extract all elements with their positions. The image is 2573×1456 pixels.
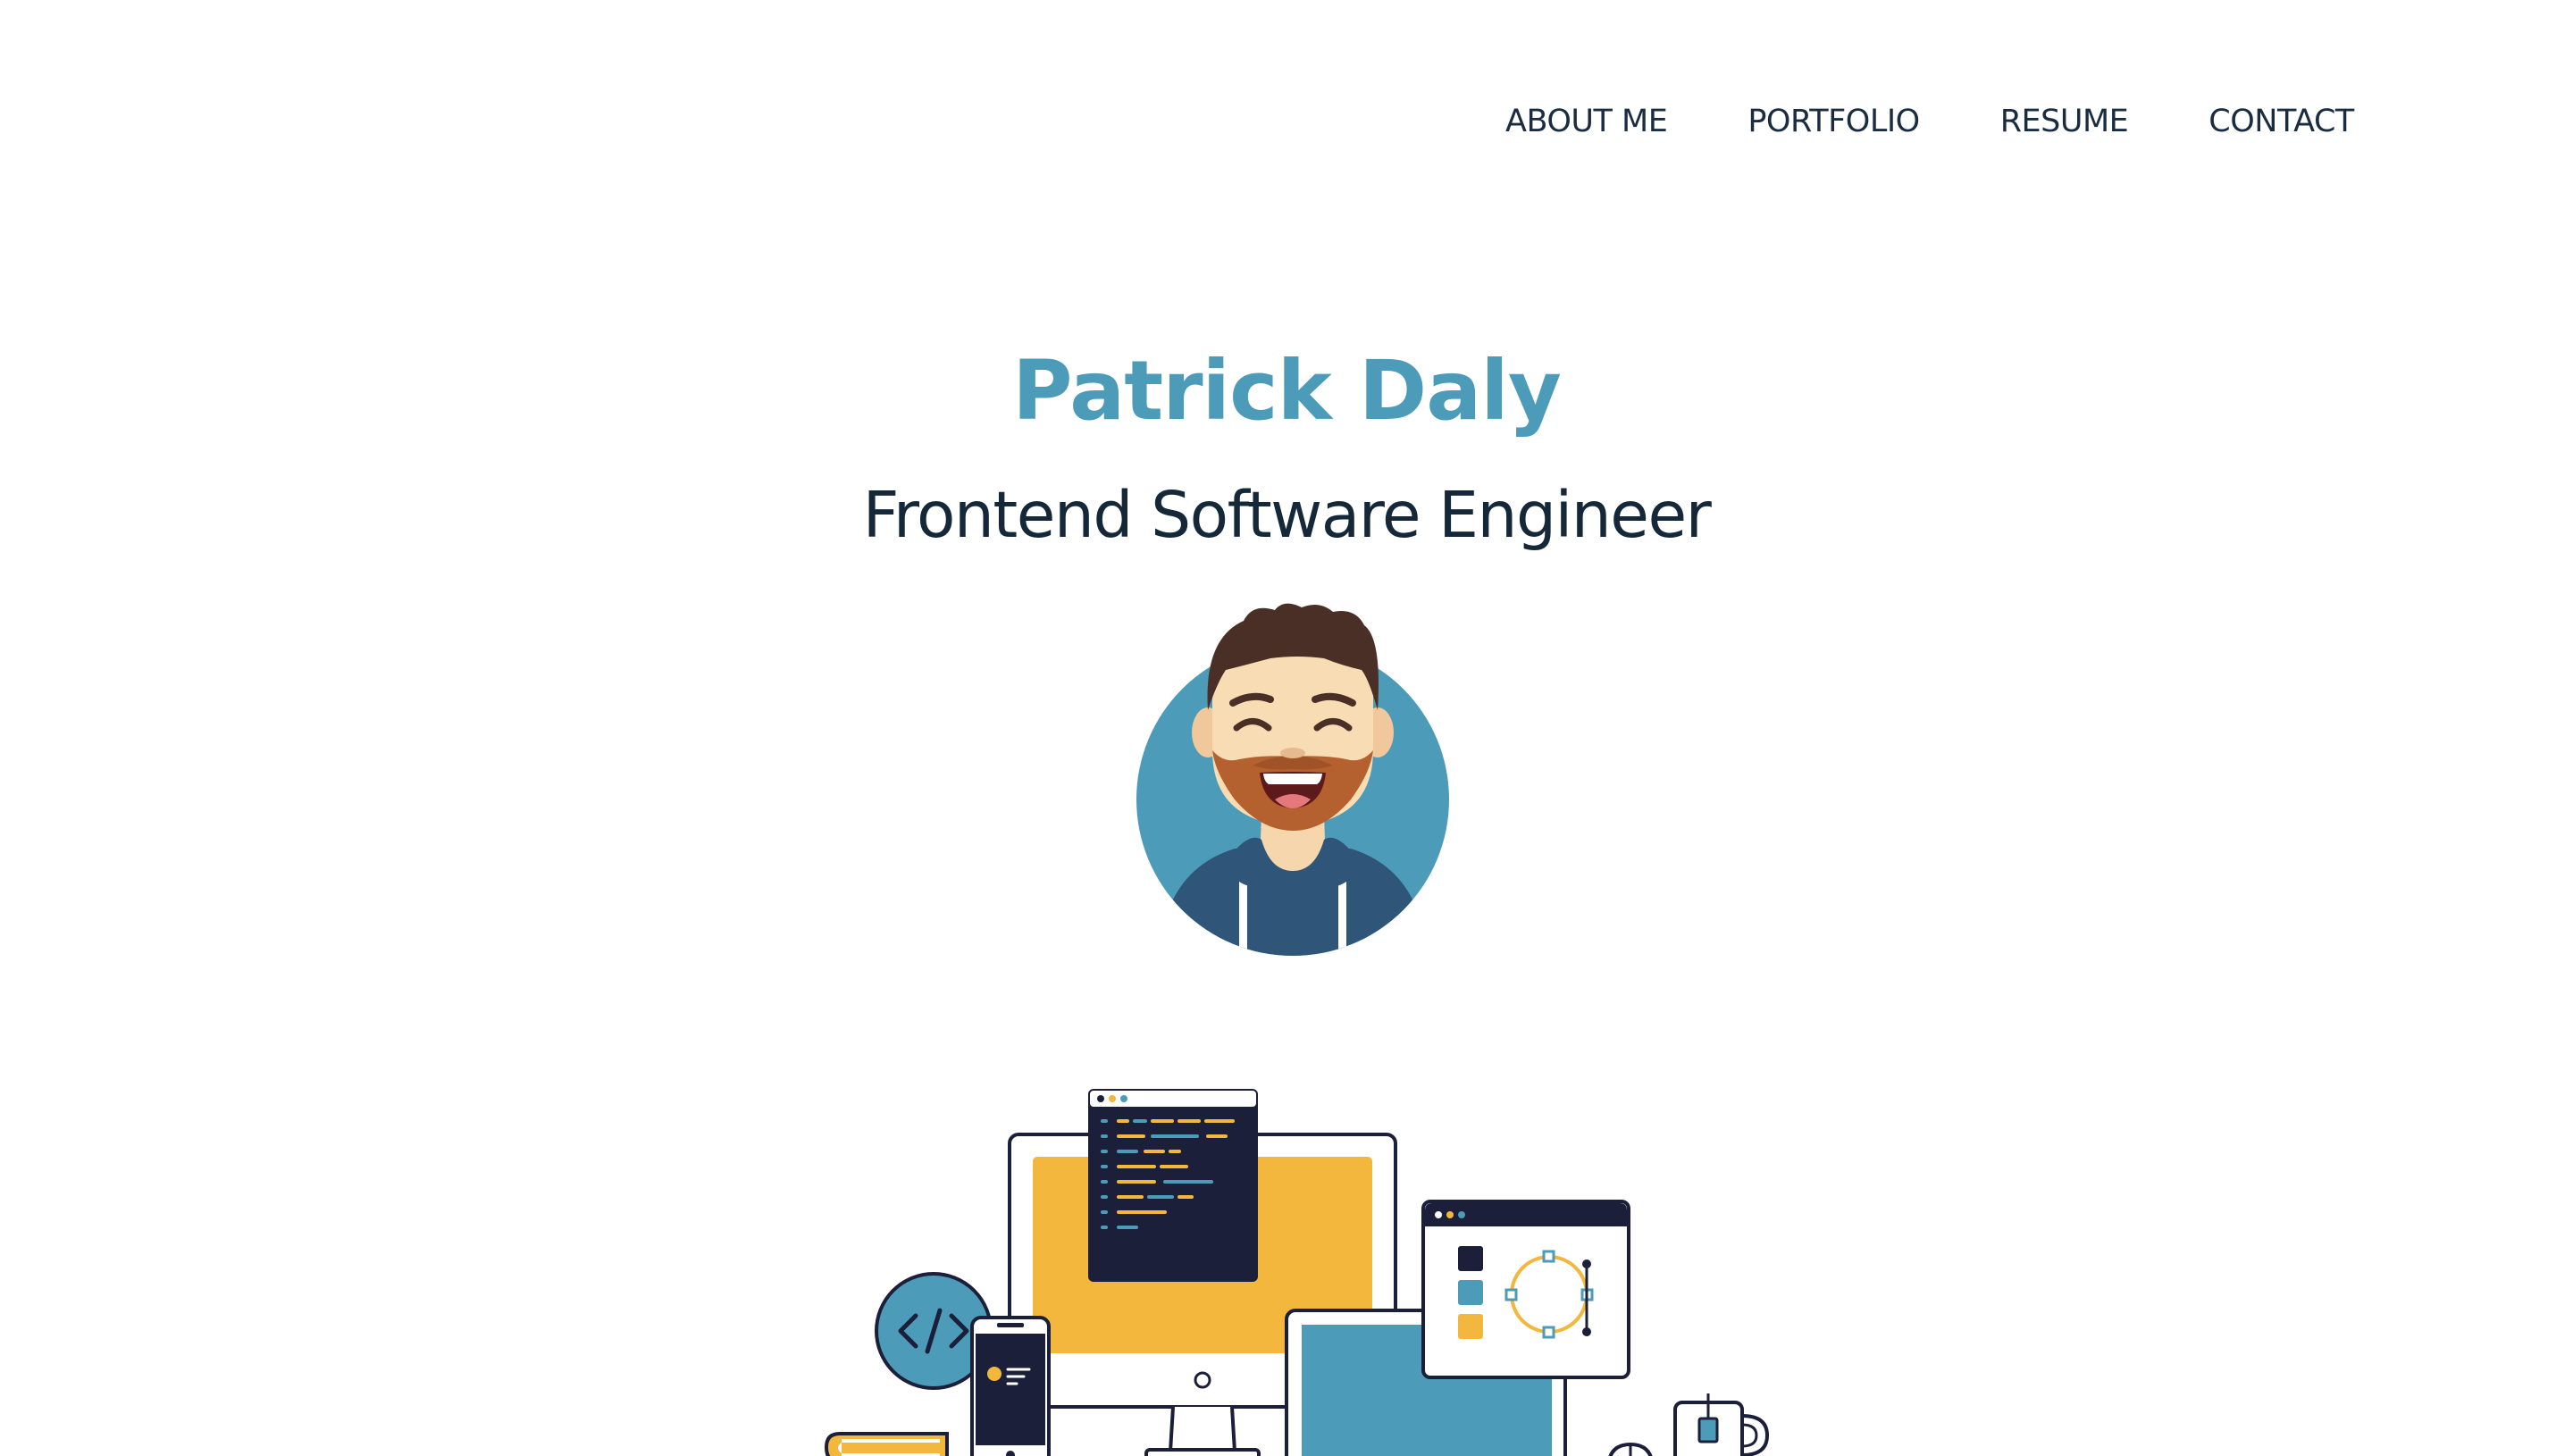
monitor-base [1144, 1448, 1261, 1456]
nav-contact[interactable]: CONTACT [2208, 96, 2354, 146]
book-icon [824, 1432, 949, 1456]
developer-devices-illustration [824, 1089, 1769, 1456]
main-nav: ABOUT ME PORTFOLIO RESUME CONTACT [1483, 96, 2354, 146]
hero-name: Patrick Daly [1012, 343, 1562, 439]
nav-portfolio[interactable]: PORTFOLIO [1747, 96, 1920, 146]
page: ABOUT ME PORTFOLIO RESUME CONTACT Patric… [0, 0, 2573, 1456]
nav-resume[interactable]: RESUME [2000, 96, 2129, 146]
avatar-nose [1280, 748, 1305, 758]
code-editor-window [1088, 1089, 1258, 1282]
avatar [1136, 603, 1449, 956]
hero-title: Frontend Software Engineer [862, 478, 1712, 552]
avatar-teeth [1263, 774, 1322, 784]
smartphone [970, 1316, 1051, 1456]
swatch-dark [1458, 1246, 1483, 1271]
monitor-stand [1168, 1406, 1237, 1453]
mug-icon [1673, 1393, 1769, 1456]
swatch-blue [1458, 1280, 1483, 1305]
nav-about-me[interactable]: ABOUT ME [1505, 96, 1668, 146]
mouse-icon [1608, 1442, 1653, 1456]
swatch-yellow [1458, 1314, 1483, 1339]
design-tool-window [1421, 1200, 1630, 1379]
